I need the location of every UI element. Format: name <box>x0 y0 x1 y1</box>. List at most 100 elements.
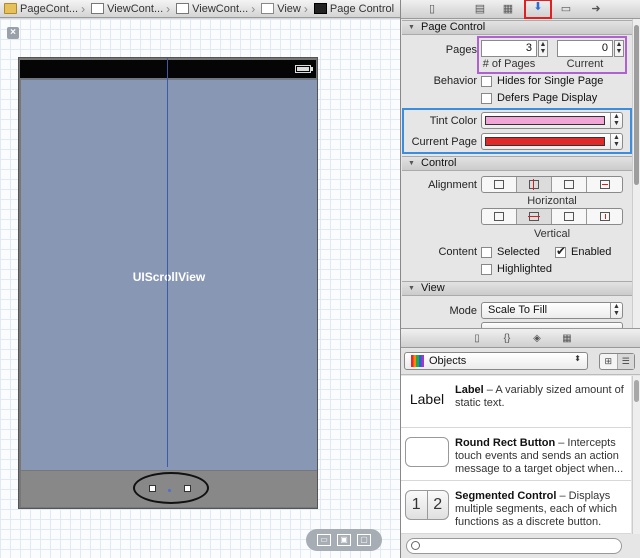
vertical-alignment-control[interactable] <box>481 208 623 225</box>
zoom-out-icon[interactable]: ▭ <box>317 534 331 546</box>
highlight-box-pages <box>477 36 627 74</box>
crumb-view[interactable]: View <box>257 0 301 17</box>
hides-single-checkbox[interactable] <box>481 76 492 87</box>
media-library-icon[interactable]: ▦ <box>559 332 575 345</box>
view-mode-toggle[interactable]: ⊞ ☰ <box>599 353 635 370</box>
crumb-label: View <box>277 2 301 15</box>
crumb-label: ViewCont... <box>192 2 249 15</box>
highlighted-checkbox[interactable] <box>481 264 492 275</box>
view-controller-icon <box>176 3 190 14</box>
file-inspector-icon[interactable]: ▯ <box>425 3 439 16</box>
scroll-view[interactable]: UIScrollView <box>21 79 317 470</box>
object-library-list[interactable]: Label Label – A variably sized amount of… <box>401 376 631 534</box>
vertical-label: Vertical <box>533 228 571 240</box>
identity-inspector-icon[interactable]: ▦ <box>501 3 515 16</box>
crumb-viewcontroller-scene[interactable]: ViewCont... <box>87 0 164 17</box>
mode-popup[interactable]: Scale To Fill ▲ ▼ <box>481 302 623 319</box>
inspector-tabs: ▯ ▤ ▦ ⬇ ▭ ➜ <box>401 0 640 19</box>
inspector-scroll-thumb[interactable] <box>634 25 639 185</box>
align-right-icon[interactable] <box>552 177 587 192</box>
jump-bar: PageCont... › ViewCont... › ViewCont... … <box>0 0 400 18</box>
list-item[interactable]: Label Label – A variably sized amount of… <box>401 376 631 428</box>
align-middle-icon[interactable] <box>517 209 552 224</box>
battery-icon <box>295 65 311 73</box>
library-scroll-thumb[interactable] <box>634 380 639 402</box>
crumb-label: ViewCont... <box>107 2 164 15</box>
objects-icon <box>411 355 424 367</box>
selected-label: Selected <box>497 246 540 258</box>
chevron-right-icon: › <box>303 1 308 16</box>
defers-display-label: Defers Page Display <box>497 92 598 104</box>
view-controller-icon <box>91 3 105 14</box>
library-group-popup[interactable]: Objects ⬍ <box>404 352 588 370</box>
attributes-inspector-icon[interactable]: ⬇ <box>524 0 552 19</box>
round-rect-button-thumbnail <box>405 437 449 467</box>
page-control-icon <box>313 3 327 14</box>
file-template-icon[interactable]: ▯ <box>469 332 485 345</box>
alignment-label: Alignment <box>428 179 477 191</box>
status-bar <box>20 60 316 78</box>
item-title: Label <box>455 384 484 396</box>
close-scene-icon[interactable]: × <box>7 27 19 39</box>
label-thumbnail: Label <box>409 391 445 407</box>
horizontal-label: Horizontal <box>527 195 577 207</box>
crumb-pagecontrol-project[interactable]: PageCont... <box>0 0 79 17</box>
view-icon <box>261 3 275 14</box>
connections-inspector-icon[interactable]: ➜ <box>589 3 603 16</box>
chevron-right-icon: › <box>251 1 256 16</box>
zoom-fit-icon[interactable]: ▣ <box>337 534 351 546</box>
chevron-right-icon: › <box>166 1 171 16</box>
align-fill-icon[interactable] <box>587 177 622 192</box>
list-view-icon[interactable]: ☰ <box>617 354 634 369</box>
highlighted-label: Highlighted <box>497 263 553 275</box>
align-left-icon[interactable] <box>482 177 517 192</box>
folder-icon <box>4 3 17 14</box>
mode-value: Scale To Fill <box>488 304 548 316</box>
code-snippet-icon[interactable]: {} <box>499 332 515 345</box>
crumb-label: Page Control <box>329 2 395 15</box>
quick-help-icon[interactable]: ▤ <box>473 3 487 16</box>
list-item[interactable]: 12 Segmented Control – Displays multiple… <box>401 482 631 534</box>
center-guide-line <box>167 58 168 467</box>
pages-label: Pages <box>445 44 477 56</box>
utilities-panel: ▯ ▤ ▦ ⬇ ▭ ➜ Page Control Pages 3 ▲▼ # of… <box>400 0 640 558</box>
chevron-updown-icon: ⬍ <box>574 354 581 363</box>
highlight-oval-page-control <box>133 472 209 504</box>
group-label: Objects <box>429 355 467 367</box>
highlight-box-colors <box>402 108 632 154</box>
item-title: Segmented Control <box>455 490 557 502</box>
popup-arrows-icon: ▲ ▼ <box>610 303 622 318</box>
scroll-view-label: UIScrollView <box>132 270 206 284</box>
horizontal-alignment-control[interactable] <box>481 176 623 193</box>
enabled-label: Enabled <box>571 246 612 258</box>
grid-view-icon[interactable]: ⊞ <box>600 354 618 369</box>
content-label: Content <box>438 246 477 258</box>
align-top-icon[interactable] <box>482 209 517 224</box>
segmented-control-thumbnail: 12 <box>405 490 449 520</box>
mode-label: Mode <box>449 305 477 317</box>
zoom-in-icon[interactable]: ▢ <box>357 534 371 546</box>
crumb-label: PageCont... <box>20 2 79 15</box>
list-item[interactable]: Round Rect Button – Intercepts touch eve… <box>401 429 631 481</box>
object-library-icon[interactable]: ◈ <box>529 332 545 345</box>
crumb-page-control[interactable]: Page Control <box>310 0 395 17</box>
zoom-controls: ▭ ▣ ▢ <box>306 529 382 551</box>
item-title: Round Rect Button <box>455 437 556 449</box>
library-search-field[interactable] <box>406 538 622 554</box>
library-tabs: ▯ {} ◈ ▦ <box>401 328 640 348</box>
section-view[interactable]: View <box>402 281 632 296</box>
crumb-viewcontroller[interactable]: ViewCont... <box>172 0 249 17</box>
section-page-control[interactable]: Page Control <box>402 20 632 35</box>
align-center-icon[interactable] <box>517 177 552 192</box>
defers-display-checkbox[interactable] <box>481 93 492 104</box>
hides-single-label: Hides for Single Page <box>497 75 604 87</box>
enabled-checkbox[interactable] <box>555 244 566 258</box>
search-icon <box>411 541 420 550</box>
device-scene[interactable]: UIScrollView <box>18 57 318 509</box>
selected-checkbox[interactable] <box>481 247 492 258</box>
behavior-label: Behavior <box>433 75 477 87</box>
section-control[interactable]: Control <box>402 156 632 171</box>
align-vfill-icon[interactable] <box>587 209 622 224</box>
size-inspector-icon[interactable]: ▭ <box>559 3 573 16</box>
align-bottom-icon[interactable] <box>552 209 587 224</box>
